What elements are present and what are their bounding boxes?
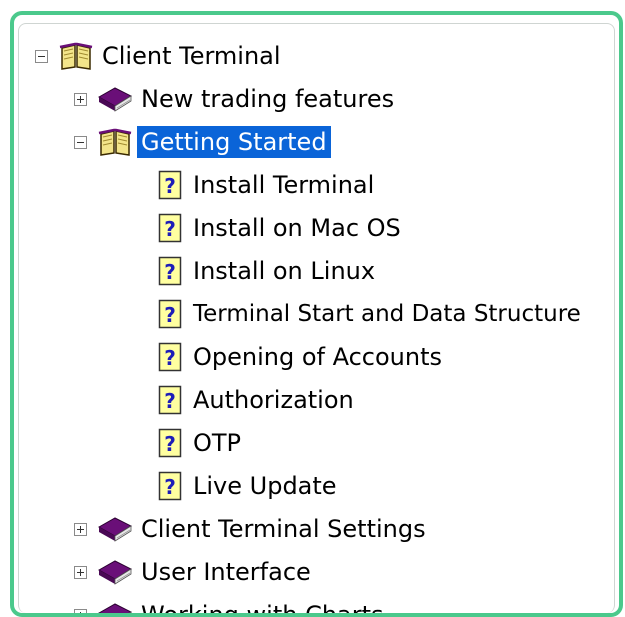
tree-node-label: Working with Charts <box>137 599 388 613</box>
tree-node-label: Install Terminal <box>193 171 375 199</box>
tree-node-label: Client Terminal <box>102 42 281 70</box>
tree-node-client-terminal[interactable]: Client Terminal <box>35 39 285 73</box>
tree-node-working-with-charts[interactable]: Working with Charts <box>74 598 388 613</box>
help-page-icon: ? <box>157 213 183 243</box>
tree-node-label: Client Terminal Settings <box>141 515 426 543</box>
help-page-icon: ? <box>157 471 183 501</box>
svg-text:?: ? <box>164 346 176 370</box>
tree-node-getting-started[interactable]: Getting Started <box>74 125 331 159</box>
svg-text:?: ? <box>164 389 176 413</box>
closed-book-icon <box>97 600 133 613</box>
tree-node-authorization[interactable]: ? Authorization <box>157 383 358 417</box>
expand-icon[interactable] <box>74 92 87 106</box>
closed-book-icon <box>97 84 133 114</box>
open-book-icon <box>58 41 94 71</box>
expand-icon[interactable] <box>74 522 87 536</box>
tree-node-otp[interactable]: ? OTP <box>157 426 245 460</box>
help-page-icon: ? <box>157 342 183 372</box>
svg-text:?: ? <box>164 217 176 241</box>
help-contents-frame: Client Terminal New trading features Get… <box>10 11 623 617</box>
svg-text:?: ? <box>164 432 176 456</box>
open-book-icon <box>97 127 133 157</box>
svg-text:?: ? <box>164 303 176 327</box>
tree-node-label: Opening of Accounts <box>193 343 443 371</box>
tree-node-label: New trading features <box>141 85 395 113</box>
tree-node-install-mac[interactable]: ? Install on Mac OS <box>157 211 405 245</box>
tree-node-label: Authorization <box>193 386 354 414</box>
tree-node-new-trading-features[interactable]: New trading features <box>74 82 398 116</box>
help-page-icon: ? <box>157 170 183 200</box>
tree-node-user-interface[interactable]: User Interface <box>74 555 315 589</box>
svg-text:?: ? <box>164 475 176 499</box>
svg-text:?: ? <box>164 174 176 198</box>
tree-node-label: Live Update <box>193 472 337 500</box>
closed-book-icon <box>97 557 133 587</box>
tree-node-install-terminal[interactable]: ? Install Terminal <box>157 168 378 202</box>
collapse-icon[interactable] <box>74 135 87 149</box>
tree-node-terminal-start[interactable]: ? Terminal Start and Data Structure <box>157 297 585 331</box>
tree-node-opening-accounts[interactable]: ? Opening of Accounts <box>157 340 446 374</box>
help-page-icon: ? <box>157 385 183 415</box>
tree-node-live-update[interactable]: ? Live Update <box>157 469 341 503</box>
help-page-icon: ? <box>157 256 183 286</box>
expand-icon[interactable] <box>74 565 87 579</box>
svg-text:?: ? <box>164 260 176 284</box>
closed-book-icon <box>97 514 133 544</box>
tree-node-label: Install on Mac OS <box>193 214 401 242</box>
tree-node-client-terminal-settings[interactable]: Client Terminal Settings <box>74 512 430 546</box>
tree-node-label: Terminal Start and Data Structure <box>193 301 581 327</box>
tree-node-label: User Interface <box>141 558 311 586</box>
tree-node-label: OTP <box>193 429 242 457</box>
collapse-icon[interactable] <box>35 49 48 63</box>
help-page-icon: ? <box>157 428 183 458</box>
tree-node-label: Getting Started <box>137 126 331 158</box>
tree-node-install-linux[interactable]: ? Install on Linux <box>157 254 379 288</box>
tree-node-label: Install on Linux <box>193 257 376 285</box>
expand-icon[interactable] <box>74 608 87 613</box>
help-page-icon: ? <box>157 299 183 329</box>
contents-tree[interactable]: Client Terminal New trading features Get… <box>18 23 615 613</box>
